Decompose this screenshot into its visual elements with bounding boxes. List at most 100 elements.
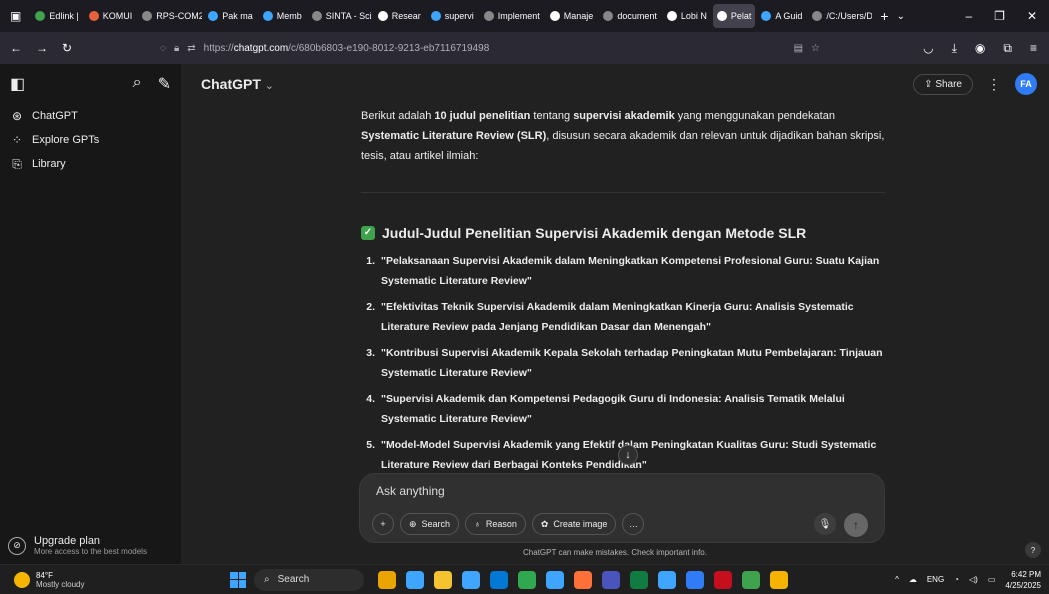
- pinned-apps: [378, 570, 788, 589]
- tab-list-icon[interactable]: ▣: [0, 9, 31, 23]
- search-label: Search: [421, 519, 451, 529]
- restore-icon[interactable]: ❐: [994, 9, 1005, 23]
- browser-tab[interactable]: Memb: [259, 4, 306, 28]
- chevron-up-icon[interactable]: ^: [895, 575, 899, 584]
- new-chat-icon[interactable]: ✎: [158, 74, 171, 94]
- taskbar-app-icon[interactable]: [658, 570, 676, 589]
- download-icon[interactable]: ⤓: [952, 41, 957, 56]
- browser-tab[interactable]: Pak ma: [204, 4, 257, 28]
- more-options-icon[interactable]: ⋮: [987, 76, 1001, 93]
- browser-tab[interactable]: supervi: [427, 4, 478, 28]
- create-image-button[interactable]: ✿ Create image: [531, 513, 617, 535]
- browser-tab[interactable]: KOMUI: [85, 4, 137, 28]
- taskbar-app-icon[interactable]: [490, 570, 508, 589]
- pocket-icon[interactable]: ◡: [923, 41, 933, 56]
- browser-tab[interactable]: Manaje: [546, 4, 598, 28]
- favicon-icon: [483, 11, 494, 21]
- battery-icon[interactable]: ▭: [988, 575, 996, 584]
- scroll-down-button[interactable]: ↓: [618, 445, 638, 465]
- favicon-icon: [208, 11, 219, 21]
- browser-tab[interactable]: Lobi N: [663, 4, 711, 28]
- taskbar-app-icon[interactable]: [574, 570, 592, 589]
- back-icon[interactable]: ←: [10, 41, 22, 55]
- upgrade-plan-button[interactable]: ⊘ Upgrade plan More access to the best m…: [8, 535, 147, 556]
- tab-label: supervi: [444, 11, 474, 21]
- microphone-icon[interactable]: 🎙︎: [814, 513, 836, 535]
- taskbar-app-icon[interactable]: [462, 570, 480, 589]
- sidebar: ◧ ⌕ ✎ ⊛ ChatGPT ⁘ Explore GPTs ⎘ Library…: [0, 64, 181, 564]
- share-button[interactable]: ⇪ Share: [913, 73, 973, 95]
- taskbar-app-icon[interactable]: [742, 570, 760, 589]
- browser-tab[interactable]: /C:/Users/D: [808, 4, 872, 28]
- tab-label: KOMUI: [102, 11, 133, 21]
- extensions-icon[interactable]: ⧉: [1003, 41, 1012, 56]
- list-text: "Pelaksanaan Supervisi Akademik dalam Me…: [381, 255, 880, 287]
- favicon-icon: [666, 11, 677, 21]
- browser-tab[interactable]: Edlink |: [31, 4, 82, 28]
- sidebar-item-library[interactable]: ⎘ Library: [0, 152, 181, 176]
- model-selector[interactable]: ChatGPT ⌄: [201, 76, 274, 92]
- wifi-icon[interactable]: ◔: [954, 575, 959, 584]
- browser-tab[interactable]: Pelat: [712, 4, 756, 28]
- menu-icon[interactable]: ≡: [1030, 41, 1037, 56]
- language-indicator[interactable]: ENG: [927, 575, 944, 584]
- list-text: "Efektivitas Teknik Supervisi Akademik d…: [381, 301, 854, 333]
- taskbar-app-icon[interactable]: [378, 570, 396, 589]
- sidebar-item-chatgpt[interactable]: ⊛ ChatGPT: [0, 104, 181, 128]
- attach-button[interactable]: +: [372, 513, 394, 535]
- nav-buttons: ← → ↻: [0, 41, 160, 55]
- new-tab-button[interactable]: +: [872, 8, 896, 24]
- tab-label: Resear: [391, 11, 421, 21]
- account-icon[interactable]: ◉: [975, 41, 985, 56]
- browser-tab[interactable]: A Guid: [757, 4, 806, 28]
- tab-label: Manaje: [563, 11, 594, 21]
- reload-icon[interactable]: ↻: [62, 41, 72, 55]
- taskbar-app-icon[interactable]: [546, 570, 564, 589]
- tab-overflow-icon[interactable]: ⌄: [897, 11, 905, 22]
- reader-view-icon[interactable]: ▤: [794, 43, 803, 54]
- list-item: 4. "Supervisi Akademik dan Kompetensi Ped…: [361, 389, 885, 429]
- favicon-icon: [35, 11, 46, 21]
- forward-icon[interactable]: →: [36, 41, 48, 55]
- sidebar-toggle-icon[interactable]: ◧: [10, 74, 25, 94]
- volume-icon[interactable]: ◁): [969, 575, 978, 584]
- prompt-input[interactable]: Ask anything: [376, 484, 445, 498]
- more-tools-button[interactable]: …: [622, 513, 645, 535]
- reason-button[interactable]: ♁ Reason: [465, 513, 526, 535]
- taskbar-app-icon[interactable]: [434, 570, 452, 589]
- avatar[interactable]: FA: [1015, 73, 1037, 95]
- taskbar-app-icon[interactable]: [630, 570, 648, 589]
- browser-tab[interactable]: Implement: [480, 4, 544, 28]
- taskbar-app-icon[interactable]: [406, 570, 424, 589]
- taskbar-app-icon[interactable]: [518, 570, 536, 589]
- sidebar-item-explore-gpts[interactable]: ⁘ Explore GPTs: [0, 128, 181, 152]
- search-button[interactable]: ⊕ Search: [400, 513, 460, 535]
- browser-tab[interactable]: Resear: [374, 4, 425, 28]
- bookmark-star-icon[interactable]: ☆: [811, 43, 820, 54]
- start-icon[interactable]: [230, 571, 246, 588]
- window-controls: – ❐ ✕: [965, 9, 1049, 23]
- taskbar-app-icon[interactable]: [686, 570, 704, 589]
- browser-tab[interactable]: RPS-COM2: [138, 4, 202, 28]
- clock[interactable]: 6:42 PM 4/25/2025: [1005, 569, 1041, 591]
- help-icon[interactable]: ?: [1025, 542, 1041, 558]
- search-chats-icon[interactable]: ⌕: [133, 74, 142, 94]
- taskbar-app-icon[interactable]: [602, 570, 620, 589]
- browser-tab[interactable]: document: [599, 4, 661, 28]
- browser-tab[interactable]: SINTA - Sci: [308, 4, 372, 28]
- palette-icon: ✿: [540, 518, 549, 529]
- chatgpt-icon: ⊛: [11, 109, 23, 123]
- onedrive-icon[interactable]: ☁: [909, 575, 917, 584]
- tab-label: A Guid: [775, 11, 803, 21]
- close-icon[interactable]: ✕: [1027, 9, 1037, 23]
- weather-widget[interactable]: 84°F Mostly cloudy: [0, 571, 230, 589]
- send-button[interactable]: ↑: [844, 513, 868, 537]
- taskbar-app-icon[interactable]: [770, 570, 788, 589]
- taskbar-search[interactable]: ⌕ Search: [254, 568, 364, 591]
- divider: [361, 192, 885, 193]
- taskbar-app-icon[interactable]: [714, 570, 732, 589]
- address-bar[interactable]: ◌ 🔒︎ ⇄ https://chatgpt.com/c/680b6803-e1…: [160, 43, 820, 54]
- minimize-icon[interactable]: –: [965, 9, 972, 23]
- tab-label: Implement: [497, 11, 540, 21]
- list-item: 2. "Efektivitas Teknik Supervisi Akademik…: [361, 297, 885, 337]
